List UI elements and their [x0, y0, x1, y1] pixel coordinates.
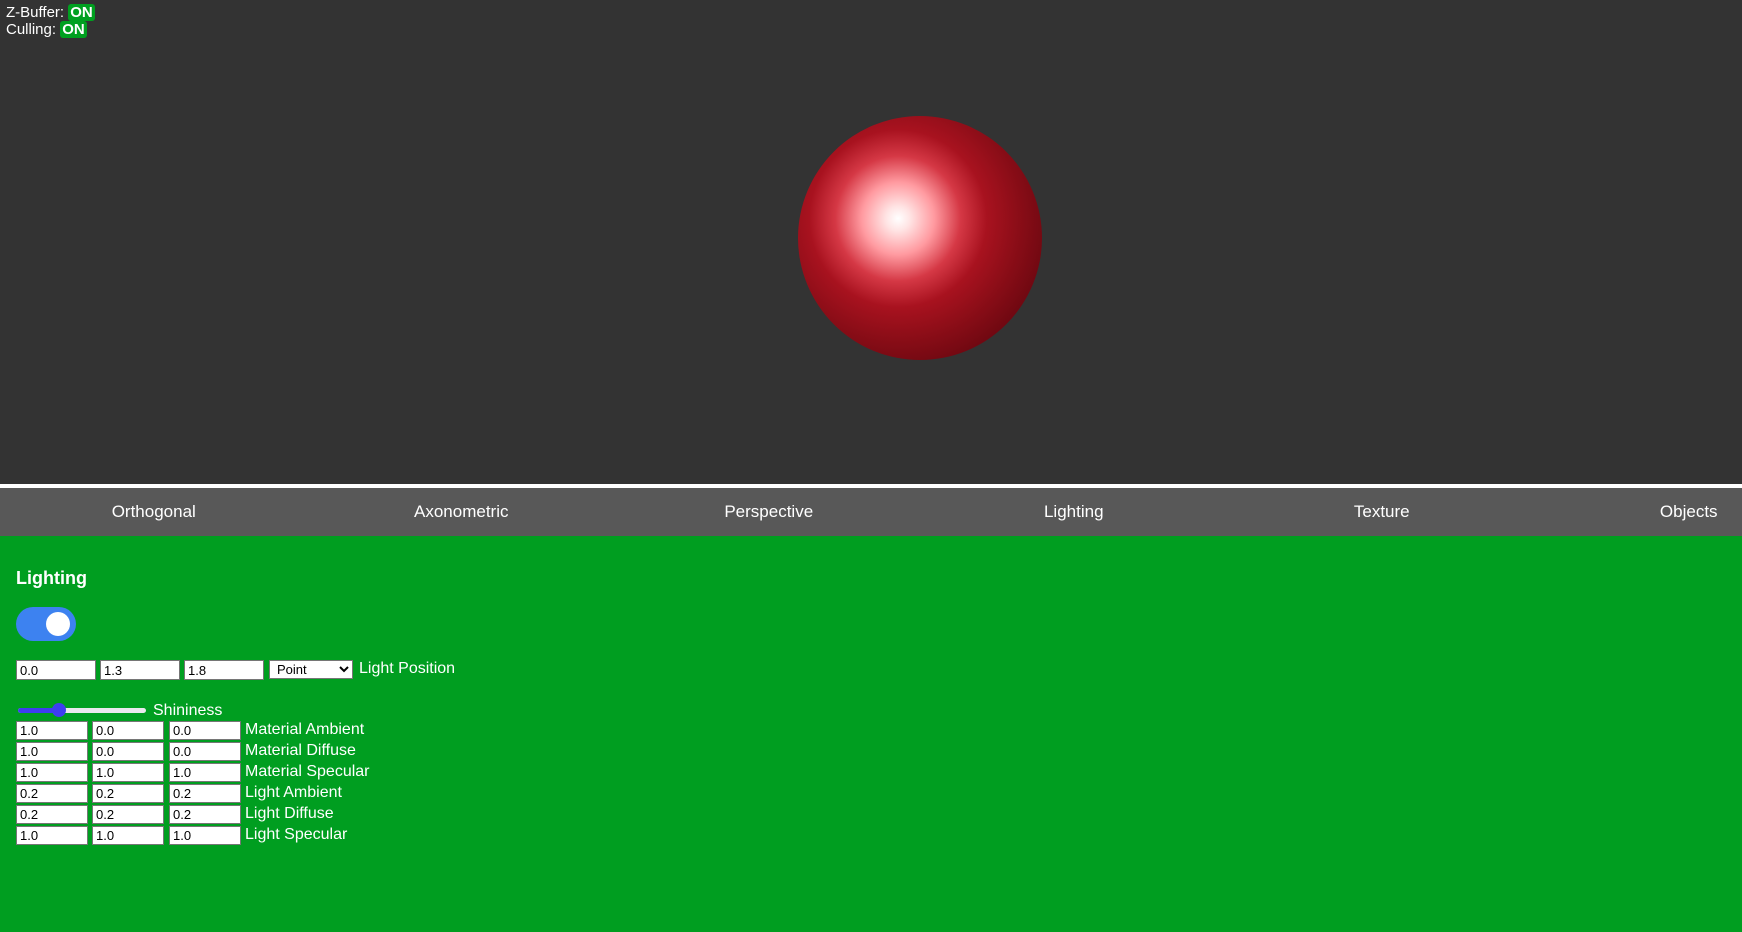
light-diffuse-r-input[interactable]: [16, 805, 88, 824]
light-diffuse-label: Light Diffuse: [245, 805, 334, 822]
material-diffuse-g-input[interactable]: [92, 742, 164, 761]
culling-status: Culling: ON: [6, 21, 87, 38]
lighting-toggle[interactable]: [16, 607, 76, 641]
tab-perspective[interactable]: Perspective: [615, 488, 923, 536]
light-diffuse-b-input[interactable]: [169, 805, 241, 824]
light-specular-g-input[interactable]: [92, 826, 164, 845]
material-specular-b-input[interactable]: [169, 763, 241, 782]
culling-badge: ON: [60, 21, 87, 38]
toggle-knob: [46, 612, 70, 636]
tab-lighting[interactable]: Lighting: [920, 488, 1228, 536]
shininess-slider[interactable]: [18, 702, 146, 718]
zbuffer-label: Z-Buffer:: [6, 4, 65, 21]
panel-title: Lighting: [16, 568, 87, 588]
tab-bar: Orthogonal Axonometric Perspective Light…: [0, 488, 1742, 536]
material-specular-r-input[interactable]: [16, 763, 88, 782]
light-ambient-r-input[interactable]: [16, 784, 88, 803]
zbuffer-badge: ON: [68, 4, 95, 21]
shininess-label: Shininess: [153, 702, 223, 719]
material-ambient-r-input[interactable]: [16, 721, 88, 740]
render-viewport[interactable]: Z-Buffer: ON Culling: ON: [0, 0, 1742, 484]
light-specular-label: Light Specular: [245, 826, 348, 843]
light-position-y-input[interactable]: [100, 660, 180, 680]
light-position-label: Light Position: [359, 660, 456, 677]
zbuffer-status: Z-Buffer: ON: [6, 4, 95, 21]
material-ambient-g-input[interactable]: [92, 721, 164, 740]
light-diffuse-g-input[interactable]: [92, 805, 164, 824]
light-type-select[interactable]: Point: [269, 660, 353, 679]
material-ambient-label: Material Ambient: [245, 721, 365, 738]
tab-objects[interactable]: Objects: [1535, 488, 1742, 536]
tab-texture[interactable]: Texture: [1228, 488, 1536, 536]
material-specular-g-input[interactable]: [92, 763, 164, 782]
light-ambient-b-input[interactable]: [169, 784, 241, 803]
culling-label: Culling:: [6, 21, 57, 38]
material-diffuse-label: Material Diffuse: [245, 742, 356, 759]
light-position-z-input[interactable]: [184, 660, 264, 680]
lighting-panel: Lighting Point Light Position Shininess …: [0, 536, 1742, 932]
slider-thumb[interactable]: [52, 703, 67, 717]
light-ambient-label: Light Ambient: [245, 784, 342, 801]
material-specular-label: Material Specular: [245, 763, 370, 780]
light-position-x-input[interactable]: [16, 660, 96, 680]
lit-sphere: [798, 116, 1042, 360]
tab-orthogonal[interactable]: Orthogonal: [0, 488, 308, 536]
material-diffuse-b-input[interactable]: [169, 742, 241, 761]
light-specular-b-input[interactable]: [169, 826, 241, 845]
light-ambient-g-input[interactable]: [92, 784, 164, 803]
material-ambient-b-input[interactable]: [169, 721, 241, 740]
material-diffuse-r-input[interactable]: [16, 742, 88, 761]
light-specular-r-input[interactable]: [16, 826, 88, 845]
tab-axonometric[interactable]: Axonometric: [308, 488, 616, 536]
